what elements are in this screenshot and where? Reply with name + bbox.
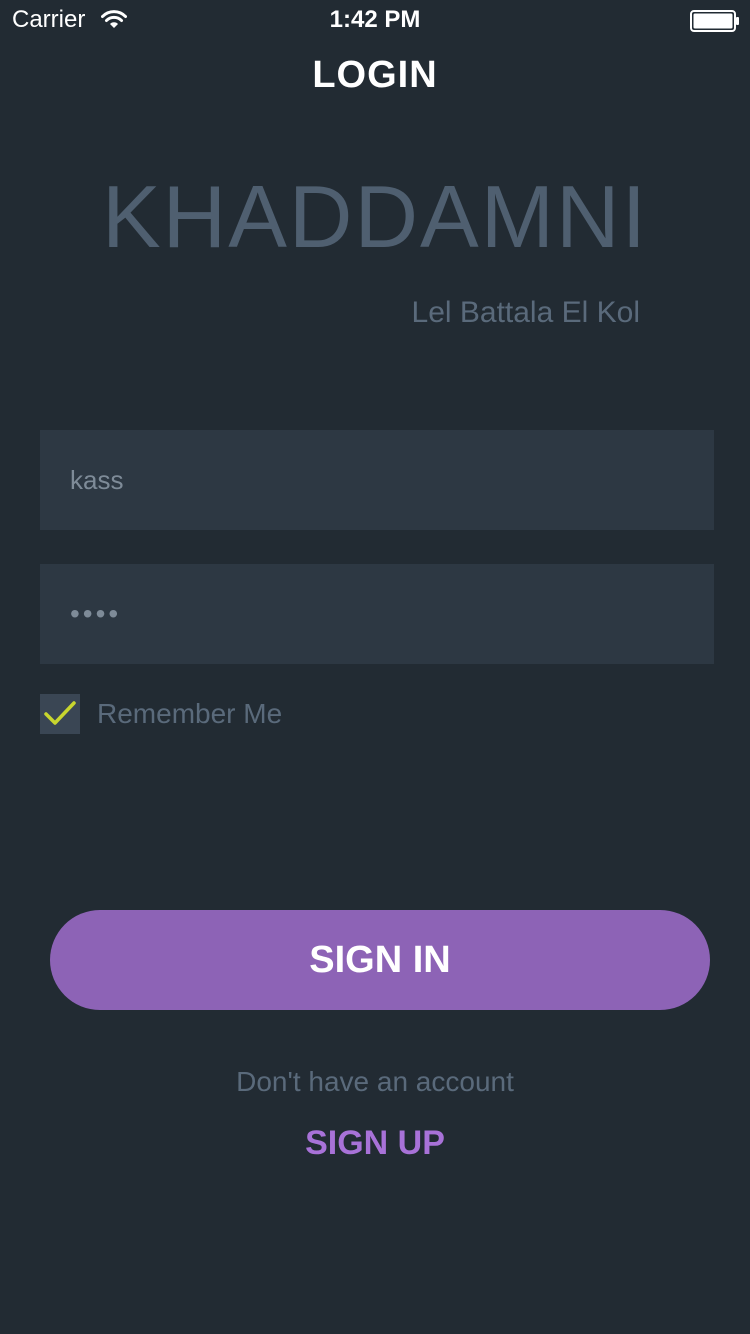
status-time: 1:42 PM: [329, 6, 421, 33]
sign-up-link[interactable]: SIGN UP: [0, 1124, 750, 1163]
sign-in-button[interactable]: SIGN IN: [50, 910, 710, 1010]
battery-icon: [690, 10, 739, 32]
brand-tagline: Lel Battala El Kol: [411, 296, 640, 329]
username-field[interactable]: kass: [40, 430, 714, 530]
checkmark-icon: [44, 701, 76, 725]
no-account-text: Don't have an account: [236, 1066, 514, 1097]
page-title: LOGIN: [312, 54, 438, 96]
remember-me-row[interactable]: Remember Me: [40, 694, 282, 734]
status-bar: Carrier 1:42 PM: [0, 0, 750, 40]
remember-me-label: Remember Me: [97, 698, 283, 729]
password-field[interactable]: ••••: [40, 564, 714, 664]
brand-name: KHADDAMNI: [101, 167, 649, 266]
remember-me-checkbox[interactable]: [40, 694, 80, 734]
